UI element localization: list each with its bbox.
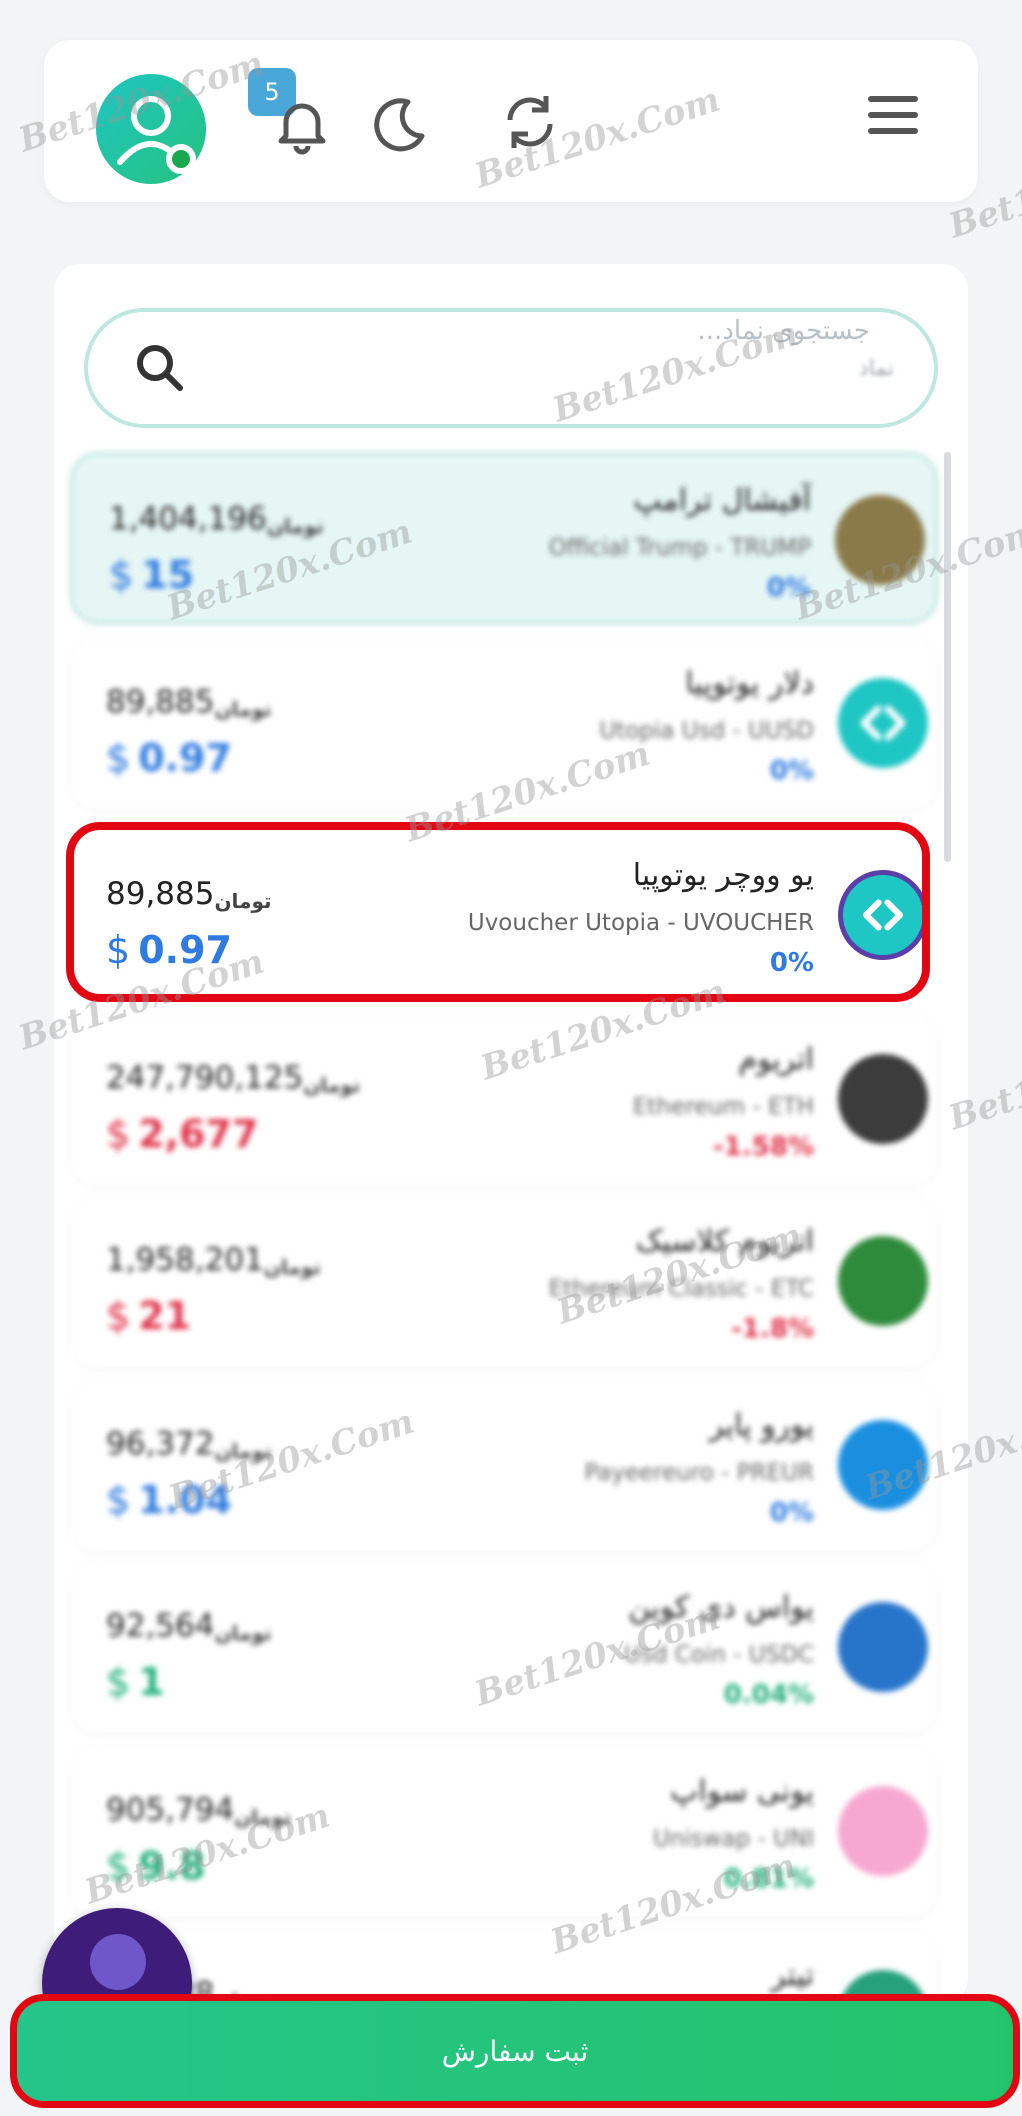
coin-logo-icon [838, 678, 928, 768]
coin-change-percent: 0.04% [723, 1680, 814, 1710]
dollar-sign: $ [106, 736, 131, 780]
coin-toman-price: تومان1,404,196 [109, 501, 326, 538]
toman-unit-label: تومان [214, 1621, 272, 1645]
coin-row[interactable]: اتریوم Ethereum - ETH -1.58% تومان247,790,1… [70, 1014, 938, 1186]
list-scrollbar[interactable] [944, 452, 951, 862]
bell-icon[interactable] [270, 92, 334, 156]
search-prefix: نماد [858, 356, 894, 381]
coin-usd-price: $1 [106, 1660, 165, 1704]
menu-icon[interactable] [862, 84, 926, 148]
toman-unit-label: تومان [214, 697, 272, 721]
coin-row[interactable]: یونی سواپ Uniswap - UNI 0.81% تومان905,794 $… [70, 1746, 938, 1918]
toman-unit-label: تومان [303, 1073, 361, 1097]
coin-persian-name: تیتر [770, 1958, 814, 1993]
coin-english-name: Uniswap - UNI [652, 1826, 814, 1852]
coin-change-percent: -1.58% [713, 1132, 814, 1162]
page: 5 جستجوی نماد... نماد آفیشال ترامپ Offici… [0, 0, 1022, 2116]
coin-persian-name: آفیشال ترامپ [633, 483, 811, 518]
coin-toman-price: تومان1,958,201 [106, 1242, 323, 1279]
dollar-sign: $ [106, 928, 131, 972]
coin-usd-price: $21 [106, 1294, 191, 1338]
dollar-sign: $ [106, 1112, 131, 1156]
search-icon[interactable] [130, 338, 190, 398]
toman-value: 89,885 [106, 684, 215, 720]
support-agent-icon [90, 1934, 146, 1990]
toman-value: 92,564 [106, 1608, 215, 1644]
coin-persian-name: یونی سواپ [670, 1774, 814, 1809]
toman-value: 96,372 [106, 1426, 215, 1462]
toman-value: 1,958,201 [106, 1242, 264, 1278]
coin-logo-icon [838, 870, 928, 960]
coin-persian-name: دلار یوتوپیا [685, 666, 814, 701]
coin-row[interactable]: اتریوم کلاسیک Ethereum Classic - ETC -1.8%… [70, 1196, 938, 1368]
usd-value: 2,677 [138, 1112, 259, 1156]
coin-persian-name: اتریوم [738, 1042, 814, 1077]
coin-row[interactable]: یواس دی کوین Usd Coin - USDC 0.04% تومان92,… [70, 1562, 938, 1734]
coin-toman-price: تومان247,790,125 [106, 1060, 362, 1097]
online-status-dot [166, 144, 196, 174]
dollar-sign: $ [106, 1660, 131, 1704]
coin-toman-price: تومان89,885 [106, 876, 274, 913]
coin-usd-price: $2,677 [106, 1112, 258, 1156]
toman-unit-label: تومان [214, 889, 272, 913]
usd-value: 0.97 [138, 736, 232, 780]
toman-value: 247,790,125 [106, 1060, 304, 1096]
toman-value: 89,885 [106, 876, 215, 912]
coin-persian-name: یو ووچر یوتوپیا [632, 858, 814, 893]
usd-value: 21 [138, 1294, 192, 1338]
coin-change-percent: 0% [769, 948, 814, 978]
coin-usd-price: $0.97 [106, 736, 232, 780]
coin-row[interactable]: یورو پایر Payeereuro - PREUR 0% تومان96,372… [70, 1380, 938, 1552]
usd-value: 1 [138, 1660, 165, 1704]
coin-change-percent: -1.8% [731, 1314, 814, 1344]
dollar-sign: $ [106, 1294, 131, 1338]
coin-change-percent: 0% [769, 1498, 814, 1528]
search-input[interactable]: جستجوی نماد... نماد [84, 308, 938, 428]
coin-logo-icon [838, 1602, 928, 1692]
coin-english-name: Uvoucher Utopia - UVOUCHER [467, 910, 814, 936]
moon-icon[interactable] [368, 92, 432, 156]
coin-logo-icon [838, 1786, 928, 1876]
coin-logo-icon [838, 1054, 928, 1144]
submit-order-button[interactable]: ثبت سفارش [10, 1994, 1020, 2108]
toman-value: 905,794 [106, 1792, 235, 1828]
coin-english-name: Payeereuro - PREUR [584, 1460, 814, 1486]
toman-unit-label: تومان [263, 1255, 321, 1279]
coin-persian-name: یورو پایر [709, 1408, 814, 1443]
toman-value: 1,404,196 [109, 501, 267, 537]
coin-logo-icon [838, 1236, 928, 1326]
submit-order-label: ثبت سفارش [441, 2034, 589, 2068]
coin-toman-price: تومان92,564 [106, 1608, 274, 1645]
dollar-sign: $ [106, 1478, 131, 1522]
coin-english-name: Official Trump - TRUMP [548, 535, 811, 561]
toman-unit-label: تومان [266, 514, 324, 538]
coin-toman-price: تومان89,885 [106, 684, 274, 721]
coin-english-name: Ethereum - ETH [632, 1094, 814, 1120]
coin-change-percent: 0% [769, 756, 814, 786]
dollar-sign: $ [109, 553, 134, 597]
